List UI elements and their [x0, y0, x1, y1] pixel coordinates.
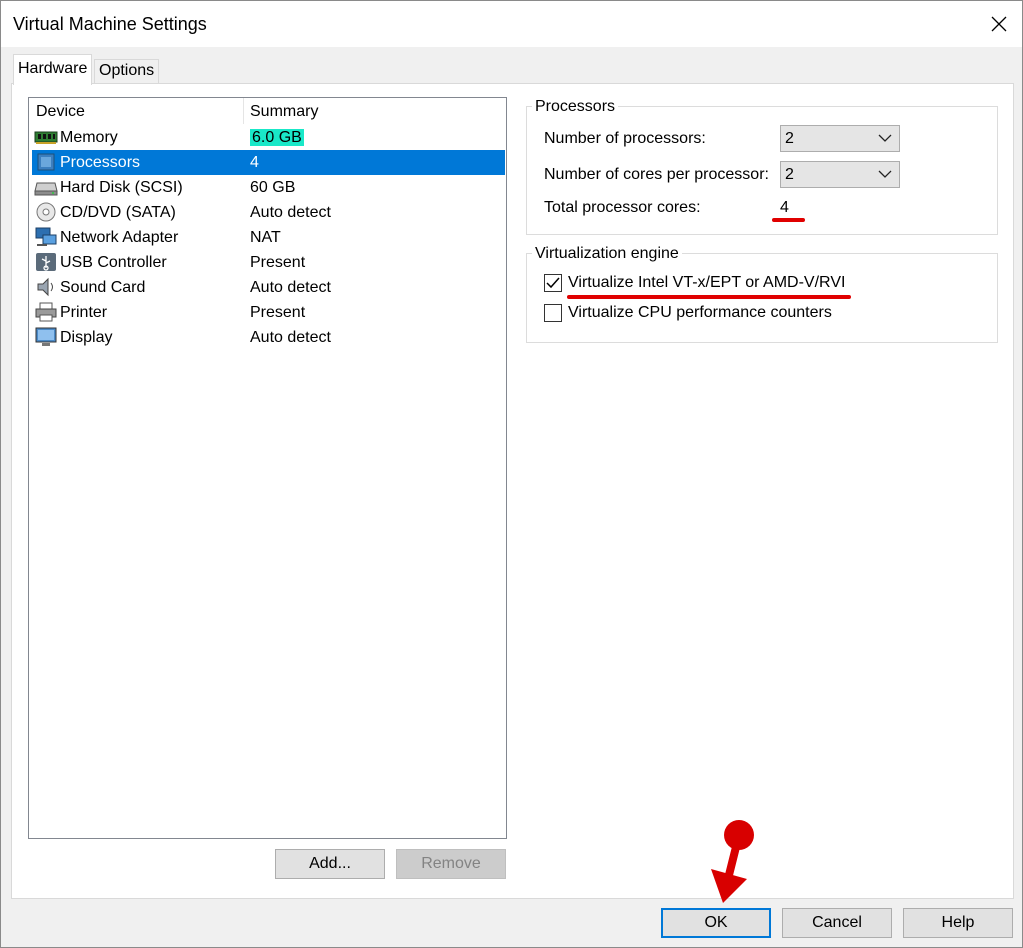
num-processors-select[interactable]: 2 [780, 125, 900, 152]
device-name: Printer [60, 304, 108, 321]
device-row-usb-controller[interactable]: USB Controller Present [32, 250, 505, 275]
cancel-button[interactable]: Cancel [782, 908, 892, 938]
device-list[interactable]: Device Summary Memory 6.0 GB Processors … [28, 97, 507, 839]
device-name: Network Adapter [60, 229, 179, 246]
device-row-processors[interactable]: Processors 4 [32, 150, 505, 175]
processors-group-label: Processors [532, 98, 619, 116]
annotation-underline [772, 218, 805, 222]
device-summary: Present [250, 254, 306, 271]
num-processors-value: 2 [785, 130, 794, 147]
hard-disk-icon [34, 182, 58, 196]
cancel-button-label: Cancel [812, 914, 862, 931]
device-name: Memory [60, 129, 118, 146]
perf-counters-checkbox[interactable] [544, 304, 562, 322]
title-bar: Virtual Machine Settings [1, 1, 1022, 47]
device-row-memory[interactable]: Memory 6.0 GB [32, 125, 505, 150]
network-adapter-icon [35, 227, 57, 246]
device-summary: 4 [250, 154, 259, 171]
tab-hardware-label: Hardware [18, 60, 88, 77]
memory-icon [34, 131, 58, 144]
num-processors-label: Number of processors: [544, 130, 706, 147]
device-name: Processors [60, 154, 141, 171]
device-summary: Auto detect [250, 279, 331, 296]
device-summary: NAT [250, 229, 281, 246]
device-row-sound-card[interactable]: Sound Card Auto detect [32, 275, 505, 300]
vtx-checkbox[interactable] [544, 274, 562, 292]
device-summary: Present [250, 304, 306, 321]
close-button[interactable] [976, 1, 1022, 47]
ok-button[interactable]: OK [661, 908, 771, 938]
total-cores-label: Total processor cores: [544, 199, 701, 216]
window-title: Virtual Machine Settings [13, 14, 207, 34]
device-summary: 60 GB [250, 179, 296, 196]
cores-per-processor-label: Number of cores per processor: [544, 166, 769, 183]
remove-button[interactable]: Remove [396, 849, 506, 879]
printer-icon [35, 302, 57, 322]
device-name: Display [60, 329, 113, 346]
remove-button-label: Remove [421, 855, 481, 872]
tab-options-label: Options [99, 62, 155, 79]
cores-per-processor-select[interactable]: 2 [780, 161, 900, 188]
close-icon [991, 16, 1007, 32]
help-button[interactable]: Help [903, 908, 1013, 938]
vtx-label[interactable]: Virtualize Intel VT-x/EPT or AMD-V/RVI [568, 274, 845, 292]
device-row-hard-disk[interactable]: Hard Disk (SCSI) 60 GB [32, 175, 505, 200]
tab-hardware[interactable]: Hardware [13, 54, 93, 85]
column-header-summary[interactable]: Summary [243, 98, 500, 124]
chevron-down-icon [878, 170, 892, 178]
add-button[interactable]: Add... [275, 849, 385, 879]
help-button-label: Help [941, 914, 975, 931]
virtualization-group-label: Virtualization engine [532, 245, 682, 263]
device-row-network-adapter[interactable]: Network Adapter NAT [32, 225, 505, 250]
device-summary: Auto detect [250, 204, 331, 221]
total-cores-value: 4 [780, 199, 789, 216]
device-summary: Auto detect [250, 329, 331, 346]
device-name: CD/DVD (SATA) [60, 204, 176, 221]
cd-dvd-icon [36, 202, 56, 222]
device-name: Hard Disk (SCSI) [60, 179, 183, 196]
dialog-window: Virtual Machine Settings Hardware Option… [0, 0, 1023, 948]
device-row-printer[interactable]: Printer Present [32, 300, 505, 325]
checkmark-icon [546, 277, 560, 289]
pointer-annotation-icon [711, 820, 754, 903]
usb-icon [36, 253, 56, 271]
column-header-device[interactable]: Device [29, 98, 243, 124]
display-icon [35, 327, 57, 346]
sound-card-icon [37, 277, 53, 297]
add-button-label: Add... [309, 855, 351, 872]
perf-counters-label[interactable]: Virtualize CPU performance counters [568, 304, 832, 322]
device-name: Sound Card [60, 279, 146, 296]
device-name: USB Controller [60, 254, 167, 271]
ok-button-label: OK [704, 914, 728, 931]
device-summary: 6.0 GB [250, 129, 304, 146]
cores-per-processor-value: 2 [785, 166, 794, 183]
device-row-cd-dvd[interactable]: CD/DVD (SATA) Auto detect [32, 200, 505, 225]
chevron-down-icon [878, 134, 892, 142]
tab-options[interactable]: Options [94, 59, 160, 84]
device-row-display[interactable]: Display Auto detect [32, 325, 505, 350]
processor-icon [37, 153, 55, 171]
annotation-underline [567, 295, 851, 299]
